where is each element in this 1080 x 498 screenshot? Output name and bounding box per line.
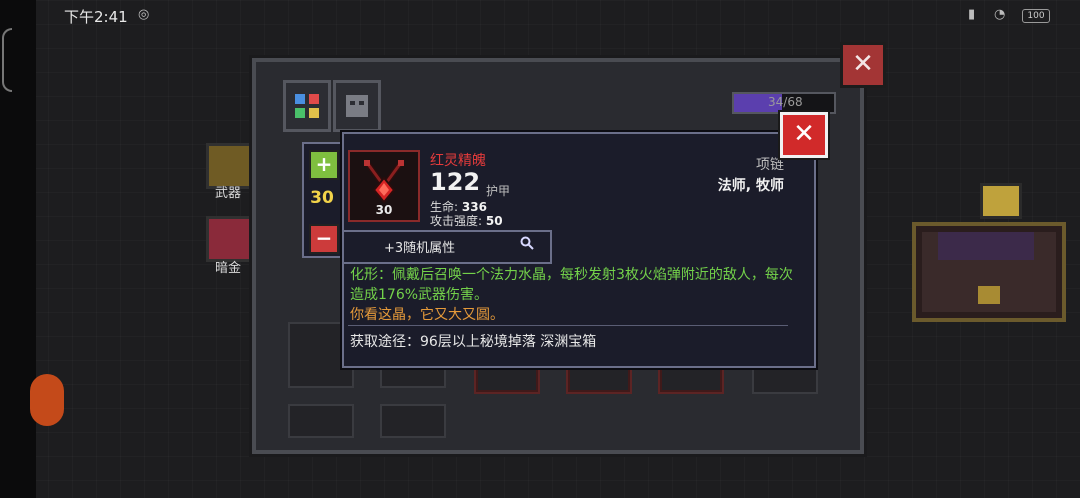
random-attribute-button[interactable]: +3随机属性 [342,230,552,264]
tab-armor-icon[interactable] [333,80,381,132]
signal-icon: ▮ [968,7,976,22]
panel-close-button[interactable]: ✕ [840,42,886,88]
item-source-text: 获取途径：96层以上秘境掉落 深渊宝箱 [350,334,597,350]
inventory-slot[interactable] [288,404,354,438]
inventory-slot[interactable] [380,404,446,438]
random-attribute-label: +3随机属性 [384,241,456,256]
item-type: 项链 [756,157,784,173]
item-flavor-text: 你看这晶，它又大又圆。 [350,307,504,323]
item-armor-label: 护甲 [486,184,511,198]
wifi-icon: ◔ [994,7,1006,22]
decrease-button[interactable]: − [309,224,339,254]
item-effect-text: 化形：佩戴后召唤一个法力水晶，每秒发射3枚火焰弹附近的敌人，每次造成176%武器… [350,267,793,303]
item-classes: 法师, 牧师 [717,178,784,194]
stepper-value: 30 [310,188,334,208]
level-stepper: + 30 − [302,142,342,258]
tab-inventory-grid-icon[interactable] [283,80,331,132]
item-armor-value: 122 [430,168,481,196]
search-icon[interactable] [520,236,534,250]
divider [348,325,788,326]
status-time: 下午2:41 [64,8,128,26]
weapon-label: 武器 [214,186,241,201]
alarm-icon: ◎ [138,7,150,22]
stat-row: 攻击强度: 50 [430,212,503,229]
treasure-chest-lock-icon [978,286,1000,304]
dark-gold-label: 暗金 [214,261,241,276]
item-level: 30 [375,203,393,217]
item-name: 红灵精魄 [430,153,486,169]
screen-notch [2,28,12,92]
treasure-chest-lid [938,232,1034,260]
battery-indicator: 100 [1022,9,1050,23]
stat-value: 50 [485,214,503,228]
dark-gold-slot-icon[interactable] [206,216,256,262]
chest-hint-icon [980,183,1022,219]
increase-button[interactable]: + [309,150,339,180]
skill-orb-icon[interactable] [30,374,64,426]
stat-label: 攻击强度: [430,214,483,228]
capacity-text: 34/68 [768,95,803,109]
capacity-bar: 34/68 [732,92,836,114]
popup-close-button[interactable]: ✕ [780,112,828,158]
